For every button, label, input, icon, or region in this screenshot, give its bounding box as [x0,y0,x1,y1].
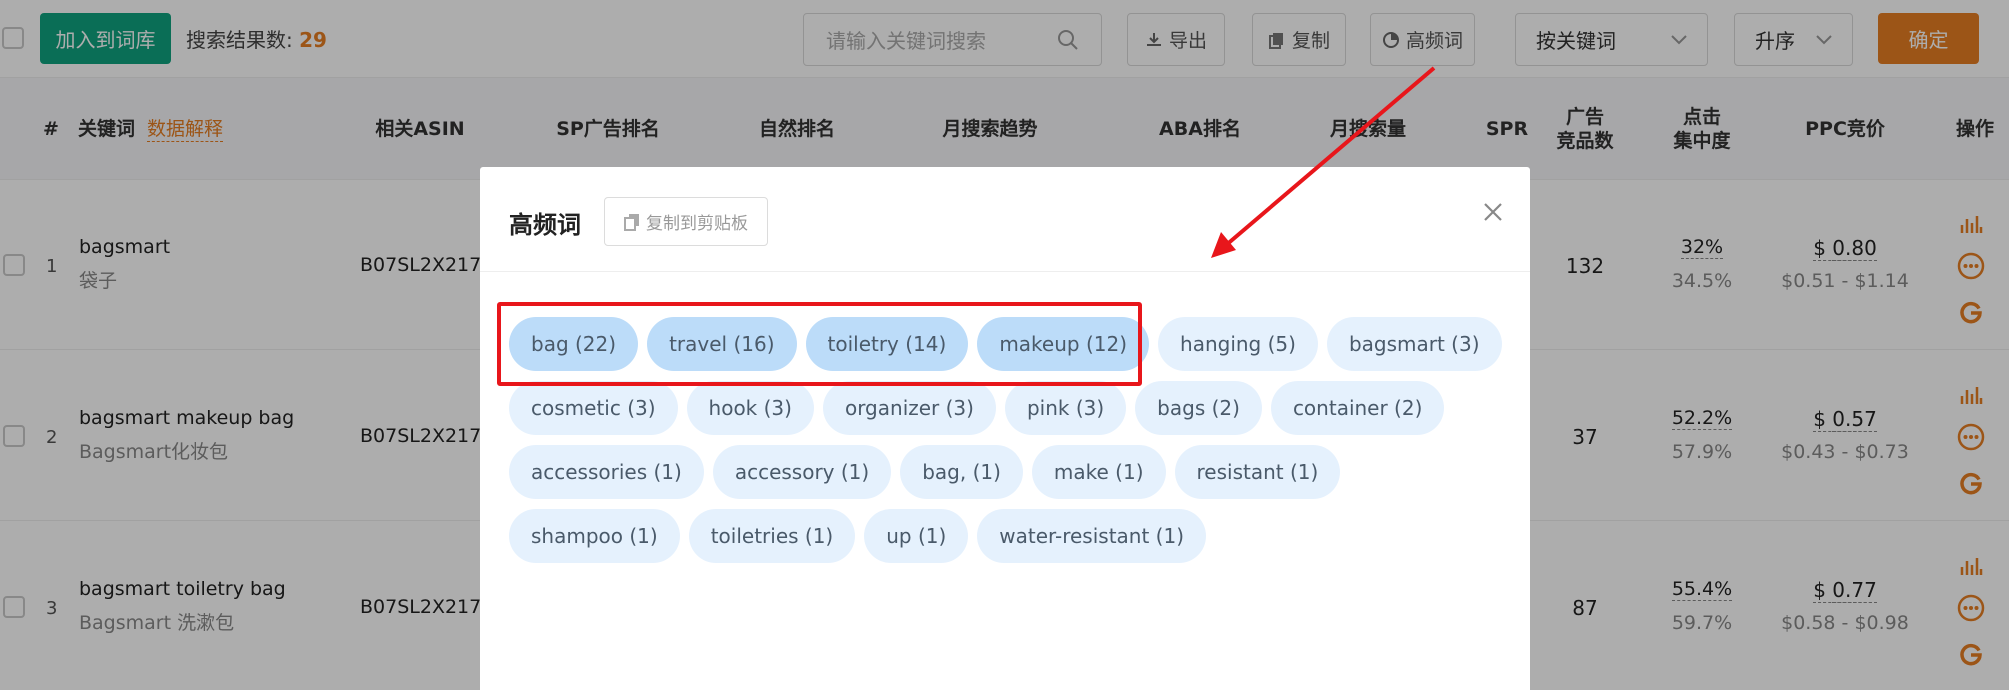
keyword-tag[interactable]: cosmetic (3) [509,381,678,435]
keyword-tag[interactable]: bag, (1) [900,445,1023,499]
keyword-tag[interactable]: pink (3) [1004,381,1127,435]
keyword-tag[interactable]: hook (3) [686,381,814,435]
modal-title: 高频词 [509,211,581,239]
keyword-tag[interactable]: water-resistant (1) [977,509,1207,563]
copy-to-clipboard-button[interactable]: 复制到剪贴板 [604,197,768,246]
keyword-tag[interactable]: bags (2) [1135,381,1262,435]
keyword-tag[interactable]: accessories (1) [509,445,704,499]
keyword-tag[interactable]: up (1) [864,509,969,563]
keyword-tag[interactable]: shampoo (1) [509,509,680,563]
keyword-tag[interactable]: resistant (1) [1174,445,1341,499]
keyword-tag[interactable]: organizer (3) [822,381,996,435]
keyword-tag[interactable]: accessory (1) [712,445,892,499]
close-icon[interactable] [1480,199,1506,225]
annotation-highlight-box [497,302,1142,386]
copy-icon [624,213,639,231]
keyword-tag[interactable]: bagsmart (3) [1326,317,1502,371]
keyword-tag[interactable]: container (2) [1270,381,1445,435]
modal-header: 高频词 复制到剪贴板 [480,167,1530,272]
keyword-tag[interactable]: hanging (5) [1158,317,1318,371]
high-frequency-modal: 高频词 复制到剪贴板 bag (22) travel (16) toiletry (… [480,167,1530,690]
copy-to-clipboard-label: 复制到剪贴板 [646,214,748,234]
keyword-tag[interactable]: toiletries (1) [688,509,856,563]
keyword-tag[interactable]: make (1) [1031,445,1166,499]
